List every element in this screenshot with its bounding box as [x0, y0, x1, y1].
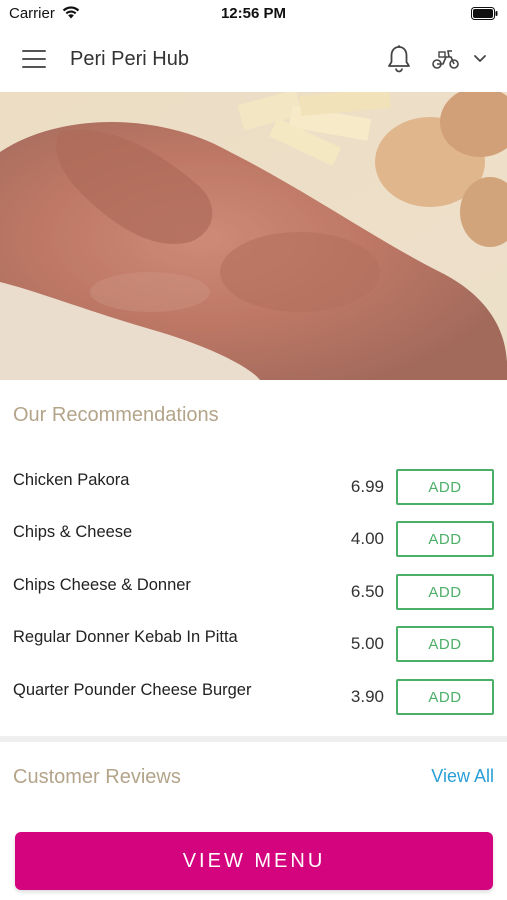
bell-icon[interactable]: [386, 44, 412, 74]
item-price: 4.00: [350, 529, 384, 548]
status-time: 12:56 PM: [220, 5, 287, 22]
chevron-down-icon[interactable]: [473, 54, 487, 64]
view-menu-button[interactable]: VIEW MENU: [15, 832, 493, 890]
add-button[interactable]: ADD: [396, 679, 494, 715]
section-divider: [0, 736, 507, 742]
item-name: Chips & Cheese: [13, 523, 133, 541]
scooter-icon[interactable]: [431, 48, 461, 70]
add-button[interactable]: ADD: [396, 574, 494, 610]
item-price: 6.50: [350, 582, 384, 601]
list-item: Chips & Cheese 4.00 ADD: [0, 521, 507, 561]
recommendations-title: Our Recommendations: [13, 404, 219, 426]
reviews-title: Customer Reviews: [13, 766, 181, 788]
item-price: 3.90: [350, 687, 384, 706]
item-price: 6.99: [350, 477, 384, 496]
item-name: Quarter Pounder Cheese Burger: [13, 681, 252, 699]
status-bar: Carrier 12:56 PM: [0, 0, 507, 28]
battery-icon: [471, 7, 498, 20]
food-photo-icon: [0, 92, 507, 380]
item-name: Chicken Pakora: [13, 471, 130, 489]
item-price: 5.00: [350, 634, 384, 653]
item-name: Chips Cheese & Donner: [13, 576, 191, 594]
add-button[interactable]: ADD: [396, 626, 494, 662]
hero-food-image: [0, 92, 507, 380]
app-title: Peri Peri Hub: [70, 48, 189, 70]
view-all-link[interactable]: View All: [431, 766, 494, 787]
list-item: Regular Donner Kebab In Pitta 5.00 ADD: [0, 626, 507, 666]
item-name: Regular Donner Kebab In Pitta: [13, 628, 238, 646]
add-button[interactable]: ADD: [396, 521, 494, 557]
add-button[interactable]: ADD: [396, 469, 494, 505]
list-item: Quarter Pounder Cheese Burger 3.90 ADD: [0, 679, 507, 719]
list-item: Chicken Pakora 6.99 ADD: [0, 469, 507, 509]
list-item: Chips Cheese & Donner 6.50 ADD: [0, 574, 507, 614]
menu-icon[interactable]: [22, 48, 48, 70]
app-header: Peri Peri Hub: [0, 28, 507, 92]
